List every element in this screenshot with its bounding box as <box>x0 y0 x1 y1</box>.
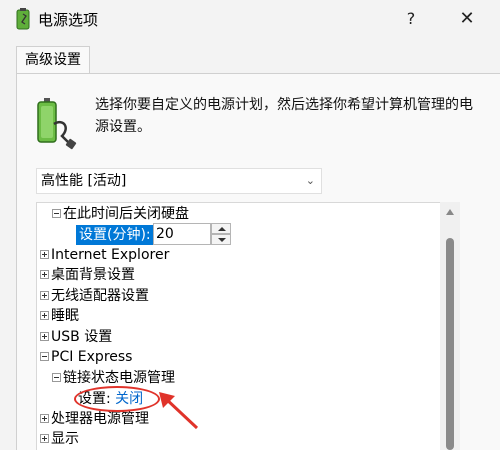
tree-item-usb-settings[interactable]: USB 设置 <box>40 327 112 347</box>
annotation-arrow-icon <box>159 392 199 430</box>
help-button[interactable]: ? <box>400 8 422 30</box>
tree-item-label: Internet Explorer <box>51 247 170 263</box>
tree-item-label: 桌面背景设置 <box>51 267 135 283</box>
hard-disk-minutes-input[interactable]: 20 <box>153 223 211 245</box>
power-plan-select[interactable]: 高性能 [活动] ⌄ <box>36 168 322 194</box>
power-plan-value: 高性能 [活动] <box>41 173 127 189</box>
tree-item-label: 链接状态电源管理 <box>63 370 175 386</box>
close-button[interactable]: ✕ <box>455 8 479 30</box>
hard-disk-setting-label[interactable]: 设置(分钟): <box>76 225 154 245</box>
tree-item-processor-power[interactable]: 处理器电源管理 <box>40 409 149 429</box>
scroll-thumb[interactable] <box>446 238 454 450</box>
scroll-up-arrow-icon[interactable] <box>446 209 454 215</box>
tree-item-label: PCI Express <box>51 349 133 365</box>
tree-item-internet-explorer[interactable]: Internet Explorer <box>40 245 169 265</box>
tree-item-link-state-power[interactable]: 链接状态电源管理 <box>52 368 175 388</box>
tree-item-pci-express[interactable]: PCI Express <box>40 347 132 367</box>
tree-item-hard-disk[interactable]: 在此时间后关闭硬盘 <box>52 204 189 224</box>
tree-item-label: 在此时间后关闭硬盘 <box>63 206 189 222</box>
expand-icon[interactable] <box>40 269 49 279</box>
collapse-icon[interactable] <box>52 372 61 382</box>
spinner-down-icon[interactable] <box>211 234 231 245</box>
power-options-icon <box>16 8 30 30</box>
tree-item-label: 无线适配器设置 <box>51 288 149 304</box>
tree-item-display[interactable]: 显示 <box>40 429 79 449</box>
tree-item-label: 显示 <box>51 431 79 447</box>
expand-icon[interactable] <box>40 433 49 443</box>
tree-item-label: USB 设置 <box>51 329 113 345</box>
collapse-icon[interactable] <box>52 208 61 218</box>
tree-item-desktop-background[interactable]: 桌面背景设置 <box>40 265 135 285</box>
tree-item-sleep[interactable]: 睡眠 <box>40 306 79 326</box>
chevron-down-icon: ⌄ <box>305 174 315 187</box>
tab-advanced-settings[interactable]: 高级设置 <box>16 46 90 74</box>
expand-icon[interactable] <box>40 310 49 320</box>
tree-item-label: 处理器电源管理 <box>51 411 149 427</box>
expand-icon[interactable] <box>40 290 49 300</box>
spinner-up-icon[interactable] <box>211 223 231 234</box>
expand-icon[interactable] <box>40 249 49 259</box>
collapse-icon[interactable] <box>40 351 49 361</box>
title-bar: 电源选项 ? ✕ <box>0 0 500 38</box>
window-title: 电源选项 <box>38 11 99 29</box>
tree-item-wireless-adapter[interactable]: 无线适配器设置 <box>40 286 149 306</box>
tree-item-label: 睡眠 <box>51 308 79 324</box>
annotation-oval <box>74 386 160 412</box>
expand-icon[interactable] <box>40 413 49 423</box>
description-text: 选择你要自定义的电源计划，然后选择你希望计算机管理的电源设置。 <box>95 97 473 135</box>
battery-plug-icon <box>37 98 77 150</box>
expand-icon[interactable] <box>40 331 49 341</box>
